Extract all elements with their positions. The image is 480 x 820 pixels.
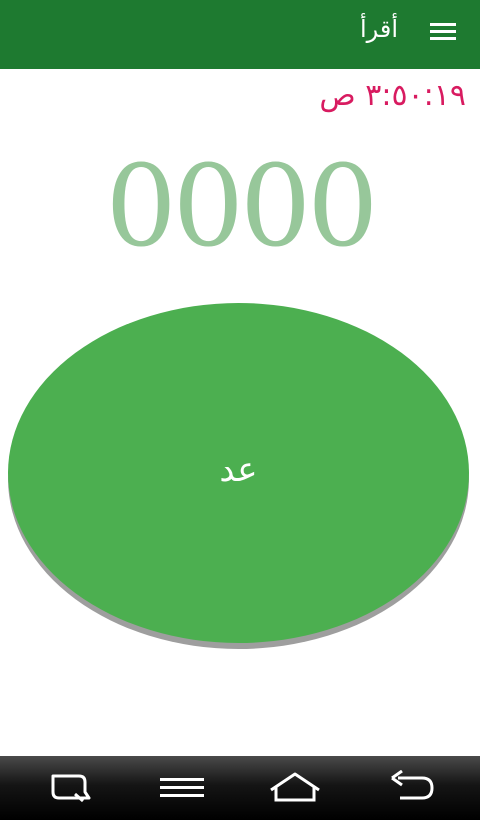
menu-icon[interactable] — [152, 770, 212, 806]
back-icon[interactable] — [378, 770, 438, 806]
counter-display: 0000 — [105, 142, 378, 272]
home-icon[interactable] — [265, 770, 325, 806]
app-bar: أقرأ — [0, 0, 480, 69]
recent-apps-icon[interactable] — [39, 770, 99, 806]
count-button-label: عد — [219, 450, 258, 490]
system-nav-bar — [0, 756, 480, 820]
hamburger-menu-icon[interactable] — [430, 20, 456, 44]
app-title: أقرأ — [359, 15, 398, 43]
count-button[interactable]: عد — [8, 303, 469, 643]
clock-display: ٣:٥٠:١٩ ص — [319, 78, 466, 113]
